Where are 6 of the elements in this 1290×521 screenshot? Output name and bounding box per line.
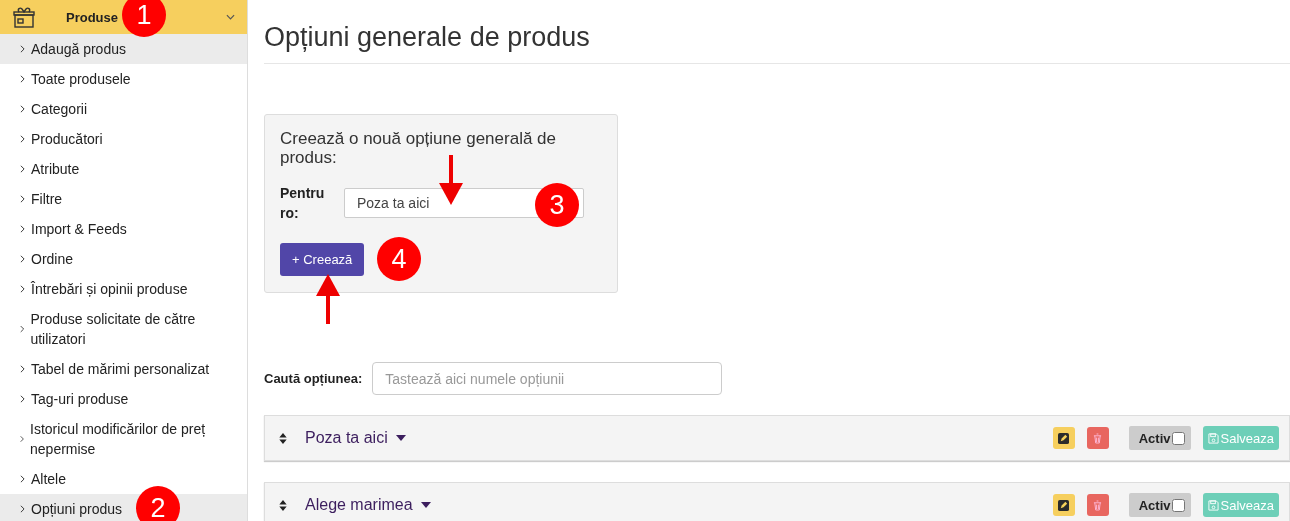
step-number-tooltip: 2 [136, 486, 180, 521]
page-title: Opțiuni generale de produs [264, 22, 591, 53]
section-label: Produse [66, 9, 118, 25]
card-heading: Creează o nouă opțiune generală de produs: [280, 129, 557, 167]
field-label: Pentru ro: [280, 184, 326, 223]
search-label: Caută opțiunea: [264, 371, 363, 386]
